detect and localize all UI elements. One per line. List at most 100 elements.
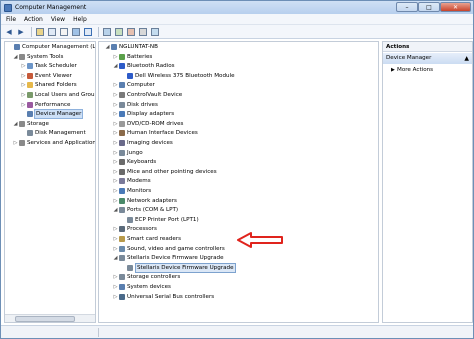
expand-toggle-icon[interactable]: ▷: [113, 246, 118, 252]
console-tree-item[interactable]: ▷ Shared Folders: [21, 81, 77, 89]
enable-device-icon[interactable]: [151, 27, 159, 36]
expand-toggle-icon[interactable]: ▷: [113, 54, 118, 60]
console-tree-item[interactable]: ▷ Services and Applications: [13, 139, 95, 147]
update-driver-icon[interactable]: [115, 27, 123, 36]
device-tree-item[interactable]: ▷ System devices: [113, 283, 171, 291]
horizontal-scrollbar[interactable]: [5, 314, 95, 322]
console-tree-item[interactable]: Disk Management: [21, 129, 86, 137]
expand-toggle-icon[interactable]: ▷: [113, 294, 118, 300]
device-tree-item[interactable]: ▷ Display adapters: [113, 110, 174, 118]
console-tree-item[interactable]: ▷ Task Scheduler: [21, 62, 77, 70]
expand-toggle-icon[interactable]: ▷: [113, 140, 118, 146]
expand-toggle-icon[interactable]: ▷: [113, 82, 118, 88]
console-tree-item[interactable]: ▷ Performance: [21, 101, 70, 109]
forward-icon[interactable]: ▶: [16, 27, 26, 37]
console-tree-item[interactable]: ▷ Event Viewer: [21, 72, 72, 80]
back-icon[interactable]: ◀: [4, 27, 14, 37]
device-tree-item[interactable]: ▷ Monitors: [113, 187, 151, 195]
device-tree-item-label: Jungo: [127, 149, 143, 156]
up-level-icon[interactable]: [36, 27, 44, 36]
expand-toggle-icon[interactable]: ▷: [113, 226, 118, 232]
console-tree-item[interactable]: ▷ Local Users and Groups: [21, 91, 95, 99]
expand-toggle-icon[interactable]: ▷: [21, 82, 26, 88]
expand-toggle-icon[interactable]: ▷: [113, 169, 118, 175]
console-tree-item-label: Performance: [35, 101, 71, 108]
expand-toggle-icon[interactable]: ▷: [21, 63, 26, 69]
device-tree-item[interactable]: ▷ ControlVault Device: [113, 91, 182, 99]
expand-toggle-icon[interactable]: ◢: [113, 207, 118, 213]
device-tree-item[interactable]: ◢ Bluetooth Radios: [113, 62, 175, 70]
console-tree-item[interactable]: ◢ Storage: [13, 120, 49, 128]
expand-toggle-icon[interactable]: ▷: [113, 188, 118, 194]
expand-toggle-icon[interactable]: ▷: [113, 274, 118, 280]
device-tree-item[interactable]: ▷ Mice and other pointing devices: [113, 168, 217, 176]
expand-toggle-icon[interactable]: ▷: [113, 102, 118, 108]
menu-view[interactable]: View: [51, 16, 65, 23]
console-tree-item[interactable]: Computer Management (Local: [8, 43, 95, 51]
expand-toggle-icon[interactable]: ▷: [113, 121, 118, 127]
device-tree-item[interactable]: ▷ Universal Serial Bus controllers: [113, 293, 214, 301]
expand-toggle-icon[interactable]: ▷: [21, 102, 26, 108]
device-tree-item[interactable]: ◢ Ports (COM & LPT): [113, 206, 178, 214]
expand-toggle-icon[interactable]: ▷: [113, 111, 118, 117]
scan-hardware-icon[interactable]: [103, 27, 111, 36]
properties-icon[interactable]: [60, 27, 68, 36]
device-tree-item[interactable]: ▷ Storage controllers: [113, 273, 180, 281]
disable-device-icon[interactable]: [139, 27, 147, 36]
device-tree-item[interactable]: ▷ Disk drives: [113, 101, 158, 109]
console-tree-item[interactable]: Device Manager: [21, 109, 84, 120]
expand-toggle-icon[interactable]: ▷: [21, 73, 26, 79]
console-tree-item-label: Shared Folders: [35, 82, 77, 89]
show-hidden-icon[interactable]: [84, 27, 92, 36]
device-tree-item[interactable]: ◢ NGLUNTAT-NB: [105, 43, 158, 51]
device-tree-item[interactable]: ▷ Network adapters: [113, 197, 177, 205]
device-tree-item[interactable]: ▷ Computer: [113, 81, 155, 89]
expand-toggle-icon[interactable]: ◢: [105, 44, 110, 50]
expand-toggle-icon[interactable]: ▷: [13, 140, 18, 146]
console-tree-item[interactable]: ◢ System Tools: [13, 53, 63, 61]
help-icon[interactable]: [72, 27, 80, 36]
device-tree-item[interactable]: ▷ Keyboards: [113, 158, 156, 166]
device-tree-item[interactable]: ▷ Smart card readers: [113, 235, 181, 243]
maximize-button[interactable]: □: [418, 2, 440, 12]
device-tree-item[interactable]: ▷ Jungo: [113, 149, 143, 157]
expand-toggle-icon[interactable]: ▷: [113, 178, 118, 184]
device-tree-item[interactable]: ▷ Batteries: [113, 53, 152, 61]
collapse-icon[interactable]: ▲: [464, 53, 469, 64]
show-hide-tree-icon[interactable]: [48, 27, 56, 36]
device-tree-item[interactable]: Stellaris Device Firmware Upgrade: [121, 262, 236, 273]
expand-toggle-icon[interactable]: ◢: [13, 121, 18, 127]
device-tree-item[interactable]: ▷ Imaging devices: [113, 139, 173, 147]
expand-toggle-icon[interactable]: ▷: [113, 92, 118, 98]
close-button[interactable]: ✕: [440, 2, 471, 12]
expand-toggle-icon[interactable]: ▷: [21, 92, 26, 98]
expand-toggle-icon[interactable]: ▷: [113, 130, 118, 136]
device-tree-item[interactable]: ▷ Human Interface Devices: [113, 129, 198, 137]
expand-toggle-icon[interactable]: ▷: [113, 159, 118, 165]
expand-toggle-icon[interactable]: ▷: [113, 150, 118, 156]
expand-toggle-icon[interactable]: ▷: [113, 198, 118, 204]
menu-file[interactable]: File: [6, 16, 16, 23]
device-tree-item[interactable]: Dell Wireless 375 Bluetooth Module: [121, 72, 235, 80]
title-bar[interactable]: Computer Management – □ ✕: [1, 1, 473, 14]
device-tree-item[interactable]: ECP Printer Port (LPT1): [121, 216, 199, 224]
expand-toggle-icon[interactable]: ◢: [113, 255, 118, 261]
expand-toggle-icon[interactable]: ◢: [113, 63, 118, 69]
device-tree-item-label: System devices: [127, 284, 171, 290]
uninstall-icon[interactable]: [127, 27, 135, 36]
device-tree-item[interactable]: ◢ Stellaris Device Firmware Upgrade: [113, 254, 224, 262]
menu-action[interactable]: Action: [24, 16, 43, 23]
device-tree-item[interactable]: ▷ Sound, video and game controllers: [113, 245, 225, 253]
device-tree-item[interactable]: ▷ DVD/CD-ROM drives: [113, 120, 183, 128]
menu-help[interactable]: Help: [73, 16, 87, 23]
device-tree-item[interactable]: ▷ Modems: [113, 177, 151, 185]
expand-toggle-icon[interactable]: ▷: [113, 236, 118, 242]
hid-icon: [119, 130, 125, 137]
more-actions-link[interactable]: More Actions: [397, 66, 433, 74]
minimize-button[interactable]: –: [396, 2, 418, 12]
expand-toggle-icon[interactable]: ▷: [113, 284, 118, 290]
expand-toggle-icon[interactable]: ◢: [13, 54, 18, 60]
scrollbar-thumb[interactable]: [15, 316, 75, 322]
actions-device-manager[interactable]: Device Manager ▲: [383, 53, 472, 64]
device-tree-item[interactable]: ▷ Processors: [113, 225, 157, 233]
